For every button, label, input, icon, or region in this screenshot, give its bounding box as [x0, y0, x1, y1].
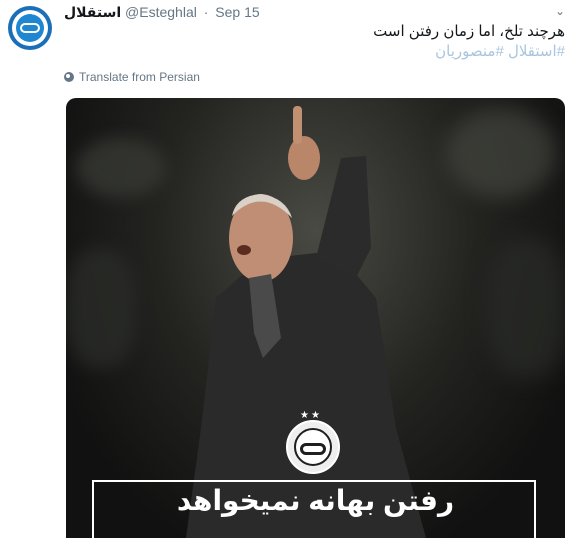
globe-icon: [64, 72, 74, 82]
tweet-hashtags[interactable]: #استقلال #منصوریان: [435, 42, 565, 60]
user-handle[interactable]: @Esteghlal: [125, 4, 197, 20]
crest-mark-icon: [300, 443, 326, 455]
chevron-down-icon[interactable]: ⌄: [555, 4, 565, 18]
tweet-date[interactable]: Sep 15: [215, 4, 259, 20]
translate-link[interactable]: Translate from Persian: [64, 70, 200, 84]
avatar[interactable]: ★ ★: [8, 6, 52, 50]
esteghlal-logo-icon: [20, 23, 40, 33]
media-caption: رفتن بهانه نمیخواهد: [176, 485, 455, 516]
display-name[interactable]: استقلال: [64, 4, 121, 20]
esteghlal-badge: [286, 420, 340, 474]
tweet-text: هرچند تلخ، اما زمان رفتن است: [373, 23, 565, 40]
tweet[interactable]: ★ ★ استقلال @Esteghlal · Sep 15 ⌄ هرچند …: [0, 0, 573, 538]
tweet-header: استقلال @Esteghlal · Sep 15: [64, 4, 260, 21]
star-icon: ★: [23, 11, 28, 17]
separator: ·: [203, 4, 209, 20]
tweet-media-image[interactable]: ★★ رفتن بهانه نمیخواهد: [66, 98, 565, 538]
translate-label: Translate from Persian: [79, 70, 200, 84]
star-icon: ★: [31, 11, 36, 17]
